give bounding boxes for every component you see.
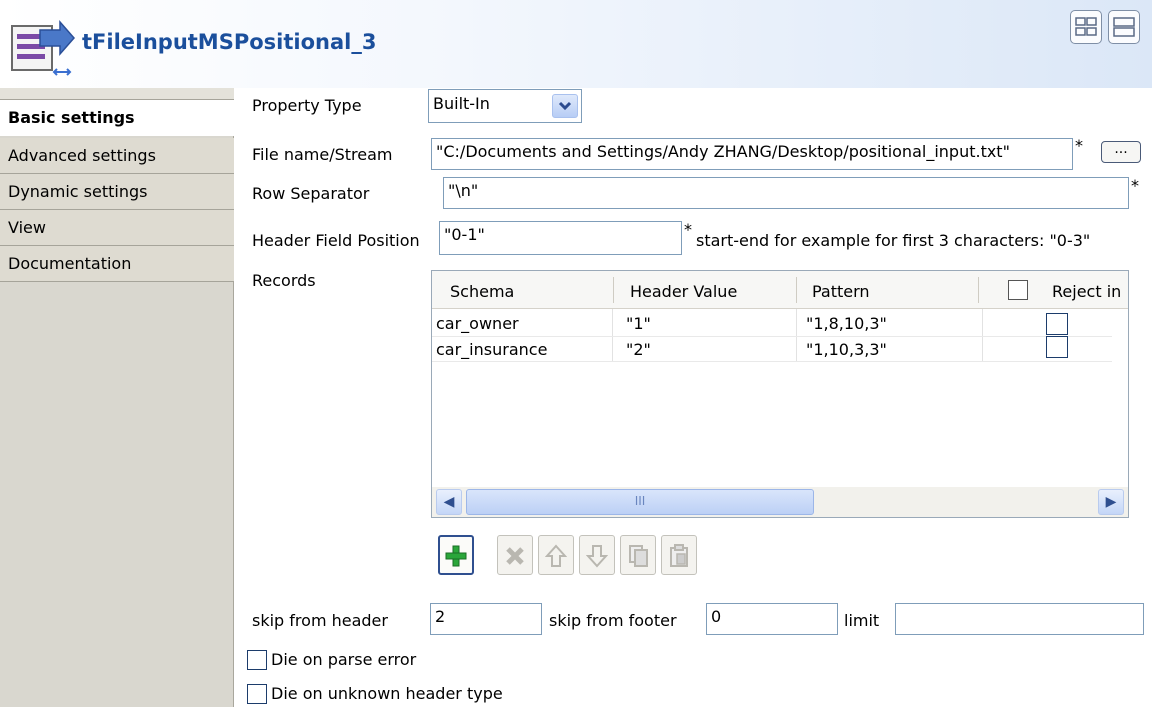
cell-pattern[interactable]: "1,10,3,3" xyxy=(806,340,887,359)
required-mark: * xyxy=(684,220,692,239)
select-all-reject-checkbox[interactable] xyxy=(1008,280,1028,300)
property-type-value: Built-In xyxy=(433,94,490,113)
delete-icon xyxy=(506,547,524,565)
file-name-field[interactable]: "C:/Documents and Settings/Andy ZHANG/De… xyxy=(431,138,1073,170)
list-layout-icon xyxy=(1113,17,1135,37)
horizontal-scrollbar[interactable]: ◀ III ▶ xyxy=(432,487,1128,517)
column-line xyxy=(796,309,797,361)
plus-icon xyxy=(445,545,467,567)
cell-schema[interactable]: car_insurance xyxy=(436,340,547,359)
paste-icon xyxy=(670,544,688,567)
row-divider xyxy=(432,361,1112,362)
column-header-pattern[interactable]: Pattern xyxy=(812,282,870,301)
die-on-unknown-header-option[interactable]: Die on unknown header type xyxy=(247,684,547,708)
header-field-hint: start-end for example for first 3 charac… xyxy=(696,231,1091,250)
component-title: tFileInputMSPositional_3 xyxy=(82,30,377,54)
remove-row-button[interactable] xyxy=(497,535,533,575)
row-separator-field[interactable]: "\n" xyxy=(443,177,1129,209)
chevron-down-icon xyxy=(558,101,572,111)
arrow-down-icon xyxy=(585,545,609,568)
die-on-unknown-header-checkbox[interactable] xyxy=(247,684,267,704)
cell-header-value[interactable]: "1" xyxy=(626,314,651,333)
header-field-position-label: Header Field Position xyxy=(252,231,420,250)
die-on-parse-error-checkbox[interactable] xyxy=(247,650,267,670)
arrow-up-icon xyxy=(544,544,568,567)
required-mark: * xyxy=(1075,136,1083,155)
reject-checkbox[interactable] xyxy=(1046,336,1068,358)
dropdown-button[interactable] xyxy=(552,94,578,118)
property-type-select[interactable]: Built-In xyxy=(428,89,582,123)
limit-label: limit xyxy=(844,611,880,630)
skip-footer-field[interactable]: 0 xyxy=(706,603,838,635)
move-up-button[interactable] xyxy=(538,535,574,575)
skip-footer-label: skip from footer xyxy=(549,611,677,630)
column-divider[interactable] xyxy=(613,277,614,303)
cell-schema[interactable]: car_owner xyxy=(436,314,519,333)
column-line xyxy=(982,309,983,361)
file-input-component-icon xyxy=(11,20,75,76)
die-on-unknown-header-label: Die on unknown header type xyxy=(271,684,503,703)
settings-sidebar: Basic settings Advanced settings Dynamic… xyxy=(0,88,234,707)
column-header-header-value[interactable]: Header Value xyxy=(630,282,737,301)
paste-button[interactable] xyxy=(661,535,697,575)
tab-advanced-settings[interactable]: Advanced settings xyxy=(0,138,234,174)
die-on-parse-error-option[interactable]: Die on parse error xyxy=(247,650,547,674)
column-line xyxy=(612,309,613,361)
column-divider[interactable] xyxy=(796,277,797,303)
cell-pattern[interactable]: "1,8,10,3" xyxy=(806,314,887,333)
cell-header-value[interactable]: "2" xyxy=(626,340,651,359)
records-label: Records xyxy=(252,271,316,290)
row-divider xyxy=(432,336,1112,337)
scroll-thumb[interactable]: III xyxy=(466,489,814,515)
sidebar-spacer xyxy=(0,88,234,100)
limit-field[interactable] xyxy=(895,603,1144,635)
tab-basic-settings[interactable]: Basic settings xyxy=(0,100,234,136)
file-name-label: File name/Stream xyxy=(252,145,393,164)
move-down-button[interactable] xyxy=(579,535,615,575)
header-field-position-field[interactable]: "0-1" xyxy=(439,221,682,255)
column-divider[interactable] xyxy=(978,277,979,303)
component-header: tFileInputMSPositional_3 xyxy=(0,0,1152,88)
tab-dynamic-settings[interactable]: Dynamic settings xyxy=(0,174,234,210)
list-layout-button[interactable] xyxy=(1108,10,1140,44)
records-table: Schema Header Value Pattern Reject in ca… xyxy=(431,270,1129,518)
scroll-right-icon[interactable]: ▶ xyxy=(1098,489,1124,515)
required-mark: * xyxy=(1131,176,1139,195)
copy-icon xyxy=(629,545,648,567)
add-row-button[interactable] xyxy=(438,535,474,575)
tab-view[interactable]: View xyxy=(0,210,234,246)
skip-header-label: skip from header xyxy=(252,611,388,630)
grid-layout-icon xyxy=(1075,17,1097,36)
grid-layout-button[interactable] xyxy=(1070,10,1102,44)
die-on-parse-error-label: Die on parse error xyxy=(271,650,417,669)
scroll-left-icon[interactable]: ◀ xyxy=(436,489,462,515)
property-type-label: Property Type xyxy=(252,96,362,115)
row-separator-label: Row Separator xyxy=(252,184,370,203)
column-header-reject[interactable]: Reject in xyxy=(1052,282,1121,301)
skip-header-field[interactable]: 2 xyxy=(430,603,542,635)
reject-checkbox[interactable] xyxy=(1046,313,1068,335)
table-header: Schema Header Value Pattern Reject in xyxy=(432,271,1128,309)
column-header-schema[interactable]: Schema xyxy=(450,282,514,301)
copy-button[interactable] xyxy=(620,535,656,575)
browse-button[interactable]: ... xyxy=(1101,141,1141,163)
tab-documentation[interactable]: Documentation xyxy=(0,246,234,282)
